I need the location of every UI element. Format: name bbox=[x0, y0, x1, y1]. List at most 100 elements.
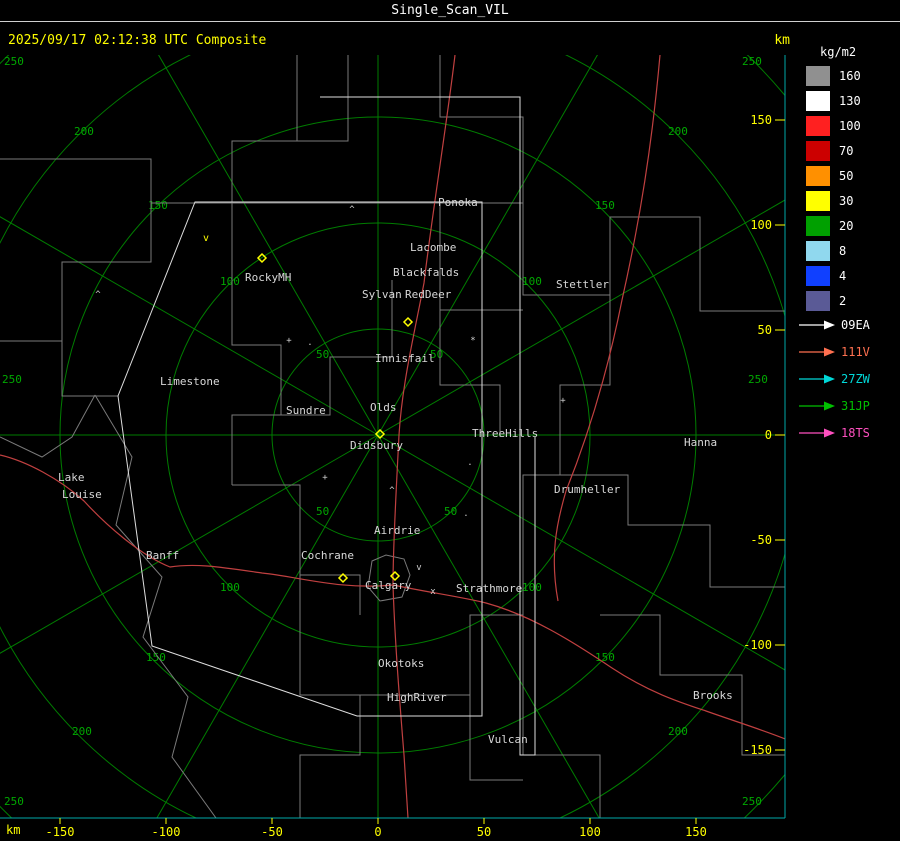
colorbar-swatch bbox=[806, 116, 830, 136]
colorbar-swatch bbox=[806, 291, 830, 311]
radar-site-id: 09EA bbox=[841, 318, 870, 332]
colorbar-swatch bbox=[806, 166, 830, 186]
y-axis-unit: km bbox=[774, 33, 790, 48]
town-marker: ^ bbox=[95, 290, 101, 300]
town-marker: x bbox=[430, 587, 436, 597]
radar-site-id: 27ZW bbox=[841, 372, 870, 386]
colorbar-value: 20 bbox=[839, 219, 854, 233]
colorbar-value: 70 bbox=[839, 144, 854, 158]
ring-distance-label: 100 bbox=[522, 275, 542, 288]
x-tick-label: 150 bbox=[685, 825, 707, 839]
arrow-head bbox=[824, 428, 835, 438]
radar-site-id: 31JP bbox=[841, 399, 870, 413]
city-label: Louise bbox=[62, 488, 102, 501]
colorbar-swatch bbox=[806, 191, 830, 211]
city-label: Hanna bbox=[684, 436, 717, 449]
city-label: Didsbury bbox=[350, 439, 403, 452]
ring-distance-label: 150 bbox=[595, 651, 615, 664]
arrow-head bbox=[824, 347, 835, 357]
ring-distance-label: 100 bbox=[522, 581, 542, 594]
colorbar-value: 8 bbox=[839, 244, 847, 258]
radar-site-entry: 18TS bbox=[797, 426, 870, 440]
city-label: Ponoka bbox=[438, 196, 478, 209]
x-tick-label: 100 bbox=[579, 825, 601, 839]
vil-colorbar: 160 130 100 70 50 30 20 8 4 2 bbox=[806, 66, 861, 316]
ring-distance-label: 200 bbox=[74, 125, 94, 138]
city-label: RockyMH bbox=[245, 271, 291, 284]
colorbar-value: 100 bbox=[839, 119, 861, 133]
colorbar-value: 160 bbox=[839, 69, 861, 83]
ring-distance-label: 250 bbox=[2, 373, 22, 386]
x-tick-label: -50 bbox=[261, 825, 283, 839]
x-tick-label: -100 bbox=[152, 825, 181, 839]
radar-site-entry: 27ZW bbox=[797, 372, 870, 386]
city-label: Sundre bbox=[286, 404, 326, 417]
city-label: Strathmore bbox=[456, 582, 522, 595]
y-tick-label: 50 bbox=[758, 323, 772, 337]
town-marker: + bbox=[322, 473, 328, 483]
radar-arrow-icon bbox=[799, 401, 835, 411]
town-marker: * bbox=[470, 336, 475, 346]
city-label: Cochrane bbox=[301, 549, 354, 562]
colorbar-swatch bbox=[806, 141, 830, 161]
ring-distance-label: 150 bbox=[146, 651, 166, 664]
city-label: RedDeer bbox=[405, 288, 452, 301]
town-marker: ^ bbox=[389, 486, 395, 496]
colorbar-unit: kg/m2 bbox=[820, 45, 857, 59]
arrow-head bbox=[824, 320, 835, 330]
city-label: Drumheller bbox=[554, 483, 621, 496]
radar-site-id: 18TS bbox=[841, 426, 870, 440]
town-marker: + bbox=[286, 336, 292, 346]
city-label: Olds bbox=[370, 401, 397, 414]
city-label: Sylvan bbox=[362, 288, 402, 301]
ring-distance-label: 200 bbox=[668, 725, 688, 738]
radar-map[interactable]: 250 200 150 150 200 250 250 250 100 100 100 100 50 50… bbox=[0, 55, 790, 841]
ring-distance-label: 250 bbox=[748, 373, 768, 386]
city-label: Blackfalds bbox=[393, 266, 459, 279]
city-label: ThreeHills bbox=[472, 427, 538, 440]
arrow-head bbox=[824, 374, 835, 384]
ring-distance-label: 50 bbox=[316, 505, 329, 518]
town-marker: . bbox=[307, 338, 312, 348]
city-label: Calgary bbox=[365, 579, 412, 592]
city-marker-diamond bbox=[402, 316, 414, 328]
colorbar-value: 30 bbox=[839, 194, 854, 208]
radar-arrow-icon bbox=[799, 320, 835, 330]
ring-distance-label: 250 bbox=[742, 55, 762, 68]
colorbar-entry: 100 bbox=[806, 116, 861, 136]
radar-site-entry: 31JP bbox=[797, 399, 870, 413]
y-tick-label: -150 bbox=[743, 743, 772, 757]
radar-site-marker: v bbox=[203, 233, 209, 244]
colorbar-entry: 130 bbox=[806, 91, 861, 111]
town-marker: . bbox=[467, 458, 472, 468]
colorbar-entry: 50 bbox=[806, 166, 861, 186]
city-label: HighRiver bbox=[387, 691, 447, 704]
scan-timestamp: 2025/09/17 02:12:38 UTC Composite bbox=[8, 33, 267, 48]
colorbar-entry: 4 bbox=[806, 266, 861, 286]
ring-distance-label: 150 bbox=[595, 199, 615, 212]
y-tick-label: -100 bbox=[743, 638, 772, 652]
town-marker: v bbox=[416, 563, 421, 573]
colorbar-entry: 70 bbox=[806, 141, 861, 161]
colorbar-swatch bbox=[806, 266, 830, 286]
colorbar-value: 130 bbox=[839, 94, 861, 108]
arrow-head bbox=[824, 401, 835, 411]
radar-site-entry: 111V bbox=[797, 345, 870, 359]
map-markers: ^ ^ +. * +. + ^. v x v bbox=[95, 205, 566, 597]
colorbar-value: 4 bbox=[839, 269, 847, 283]
colorbar-value: 2 bbox=[839, 294, 847, 308]
colorbar-swatch bbox=[806, 91, 830, 111]
city-label: Brooks bbox=[693, 689, 733, 702]
y-tick-label: -50 bbox=[750, 533, 772, 547]
city-label: Lacombe bbox=[410, 241, 456, 254]
radar-site-entry: 09EA bbox=[797, 318, 870, 332]
radar-arrow-icon bbox=[799, 374, 835, 384]
y-tick-label: 100 bbox=[750, 218, 772, 232]
radar-site-legend: 09EA 111V 27ZW 31JP 18TS bbox=[797, 318, 870, 454]
city-label: Innisfail bbox=[375, 352, 435, 365]
x-tick-label: 50 bbox=[477, 825, 491, 839]
radial-line bbox=[377, 434, 600, 818]
colorbar-swatch bbox=[806, 241, 830, 261]
city-label: Stettler bbox=[556, 278, 609, 291]
city-label: Banff bbox=[146, 549, 179, 562]
